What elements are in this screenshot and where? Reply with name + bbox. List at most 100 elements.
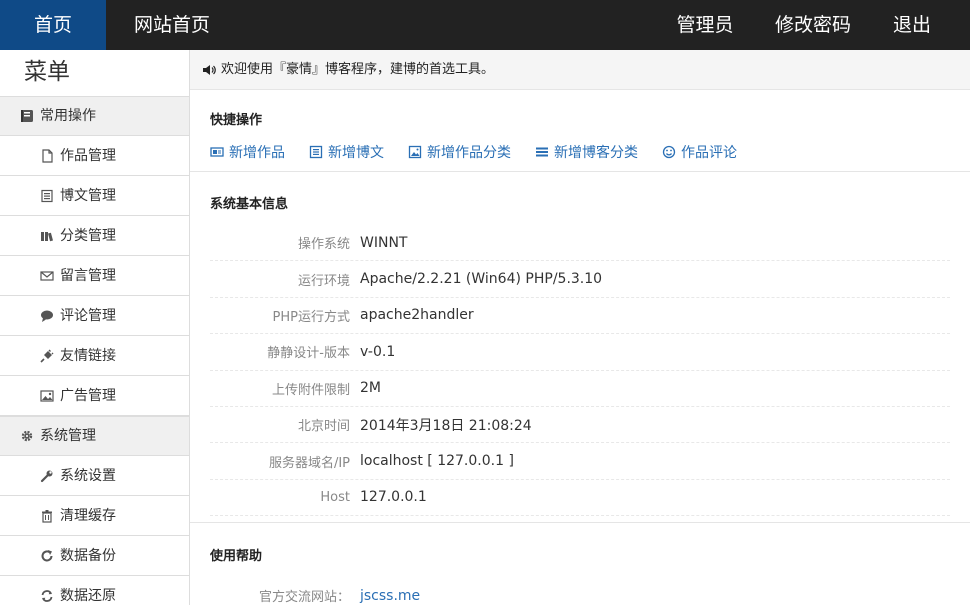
help-row: 官方交流网站： jscss.me <box>210 586 950 605</box>
info-label: 操作系统 <box>297 237 350 253</box>
quick-link-label: 作品评论 <box>681 145 737 161</box>
sidebar-item-label: 清理缓存 <box>60 507 116 524</box>
quick-add-work-category[interactable]: 新增作品分类 <box>408 142 511 162</box>
info-label: 北京时间 <box>297 419 350 435</box>
nav-home[interactable]: 首页 <box>0 0 106 50</box>
welcome-notice: 欢迎使用『豪情』博客程序，建博的首选工具。 <box>190 50 970 90</box>
trash-icon <box>40 509 54 523</box>
menu-group-system[interactable]: 系统管理 <box>0 416 189 456</box>
image-box-icon <box>408 145 422 159</box>
info-label: 静静设计-版本 <box>267 346 350 362</box>
info-value: WINNT <box>360 234 408 251</box>
quick-link-label: 新增博客分类 <box>554 145 638 161</box>
nav-admin[interactable]: 管理员 <box>660 0 750 50</box>
nav-logout[interactable]: 退出 <box>880 0 944 50</box>
sidebar-item-blogs[interactable]: 博文管理 <box>0 176 189 216</box>
card-icon <box>210 145 224 159</box>
quick-links: 新增作品 新增博文 新增作品分类 新增博客分类 作品评论 <box>210 142 950 162</box>
info-label: 上传附件限制 <box>271 382 350 398</box>
info-label: PHP运行方式 <box>272 309 350 325</box>
info-row: 运行环境 Apache/2.2.21 (Win64) PHP/5.3.10 <box>210 261 950 298</box>
sidebar-item-label: 作品管理 <box>60 147 116 164</box>
quick-add-blog[interactable]: 新增博文 <box>309 142 384 162</box>
help-label: 官方交流网站： <box>258 590 350 605</box>
main-content: 欢迎使用『豪情』博客程序，建博的首选工具。 快捷操作 新增作品 新增博文 新增作… <box>190 50 970 605</box>
menu-group-label: 常用操作 <box>40 108 96 124</box>
sidebar-item-ads[interactable]: 广告管理 <box>0 376 189 416</box>
envelope-icon <box>40 269 54 283</box>
sidebar-item-backup[interactable]: 数据备份 <box>0 536 189 576</box>
nav-site-home[interactable]: 网站首页 <box>124 0 220 50</box>
wrench-icon <box>40 469 54 483</box>
sidebar-item-label: 友情链接 <box>60 347 116 364</box>
quick-add-blog-category[interactable]: 新增博客分类 <box>535 142 638 162</box>
sidebar-item-label: 数据备份 <box>60 547 116 564</box>
bars-icon <box>535 145 549 159</box>
official-site-link[interactable]: jscss.me <box>360 588 420 604</box>
info-value: 2014年3月18日 21:08:24 <box>360 417 532 434</box>
sidebar-item-label: 博文管理 <box>60 187 116 204</box>
sidebar-item-label: 评论管理 <box>60 307 116 324</box>
nav-change-password[interactable]: 修改密码 <box>766 0 860 50</box>
sidebar-item-messages[interactable]: 留言管理 <box>0 256 189 296</box>
info-label: Host <box>320 489 350 505</box>
books-icon <box>40 229 54 243</box>
quick-link-label: 新增作品 <box>229 145 285 161</box>
info-row: 北京时间 2014年3月18日 21:08:24 <box>210 407 950 444</box>
menu-title: 菜单 <box>24 59 70 85</box>
info-label: 服务器域名/IP <box>268 455 350 471</box>
sidebar-item-label: 数据还原 <box>60 587 116 604</box>
sidebar-item-label: 分类管理 <box>60 227 116 244</box>
top-navbar: 首页 网站首页 管理员 修改密码 退出 <box>0 0 970 50</box>
help-section: 使用帮助 官方交流网站： jscss.me <box>190 523 970 605</box>
system-info-title: 系统基本信息 <box>210 197 289 212</box>
info-label: 运行环境 <box>297 273 350 289</box>
info-value: 127.0.0.1 <box>360 489 427 506</box>
info-value: v-0.1 <box>360 343 396 360</box>
refresh-icon <box>40 549 54 563</box>
info-value: Apache/2.2.21 (Win64) PHP/5.3.10 <box>360 271 603 288</box>
info-row: 静静设计-版本 v-0.1 <box>210 334 950 371</box>
menu-group-label: 系统管理 <box>40 428 96 444</box>
speaker-icon <box>202 63 216 77</box>
notice-text: 欢迎使用『豪情』博客程序，建博的首选工具。 <box>221 61 495 77</box>
sidebar-item-categories[interactable]: 分类管理 <box>0 216 189 256</box>
list-icon <box>40 189 54 203</box>
book-icon <box>20 109 34 123</box>
sidebar-item-works[interactable]: 作品管理 <box>0 136 189 176</box>
gear-icon <box>20 429 34 443</box>
info-row: 操作系统 WINNT <box>210 225 950 262</box>
quick-link-label: 新增作品分类 <box>427 145 511 161</box>
quick-work-comments[interactable]: 作品评论 <box>662 142 737 162</box>
help-title: 使用帮助 <box>210 549 263 564</box>
sidebar-item-friend-links[interactable]: 友情链接 <box>0 336 189 376</box>
sidebar-item-label: 广告管理 <box>60 387 116 404</box>
sidebar-item-comments[interactable]: 评论管理 <box>0 296 189 336</box>
sidebar-item-label: 留言管理 <box>60 267 116 284</box>
sidebar-item-clear-cache[interactable]: 清理缓存 <box>0 496 189 536</box>
info-row: 上传附件限制 2M <box>210 371 950 407</box>
system-info: 系统基本信息 操作系统 WINNT 运行环境 Apache/2.2.21 (Wi… <box>190 172 970 523</box>
file-icon <box>40 148 54 163</box>
quick-actions-title: 快捷操作 <box>210 113 263 128</box>
info-row: PHP运行方式 apache2handler <box>210 298 950 335</box>
sidebar-item-label: 系统设置 <box>60 467 116 484</box>
plug-icon <box>40 349 54 363</box>
quick-link-label: 新增博文 <box>328 145 384 161</box>
quick-actions: 快捷操作 新增作品 新增博文 新增作品分类 新增博客分类 作品评论 <box>190 90 970 172</box>
menu-group-common[interactable]: 常用操作 <box>0 96 189 136</box>
picture-icon <box>40 389 54 403</box>
list-box-icon <box>309 145 323 159</box>
quick-add-work[interactable]: 新增作品 <box>210 142 285 162</box>
sidebar-item-settings[interactable]: 系统设置 <box>0 456 189 496</box>
info-value: apache2handler <box>360 307 474 324</box>
info-row: 服务器域名/IP localhost [ 127.0.0.1 ] <box>210 443 950 480</box>
sidebar: 菜单 常用操作 作品管理 博文管理 分类管理 留言管理 评论管理 友情链接 广告… <box>0 50 190 605</box>
smile-icon <box>662 145 676 159</box>
comment-icon <box>40 309 54 323</box>
info-row: Host 127.0.0.1 <box>210 480 950 517</box>
info-value: 2M <box>360 380 381 397</box>
info-value: localhost [ 127.0.0.1 ] <box>360 453 514 470</box>
sync-icon <box>40 589 54 603</box>
sidebar-item-restore[interactable]: 数据还原 <box>0 576 189 605</box>
